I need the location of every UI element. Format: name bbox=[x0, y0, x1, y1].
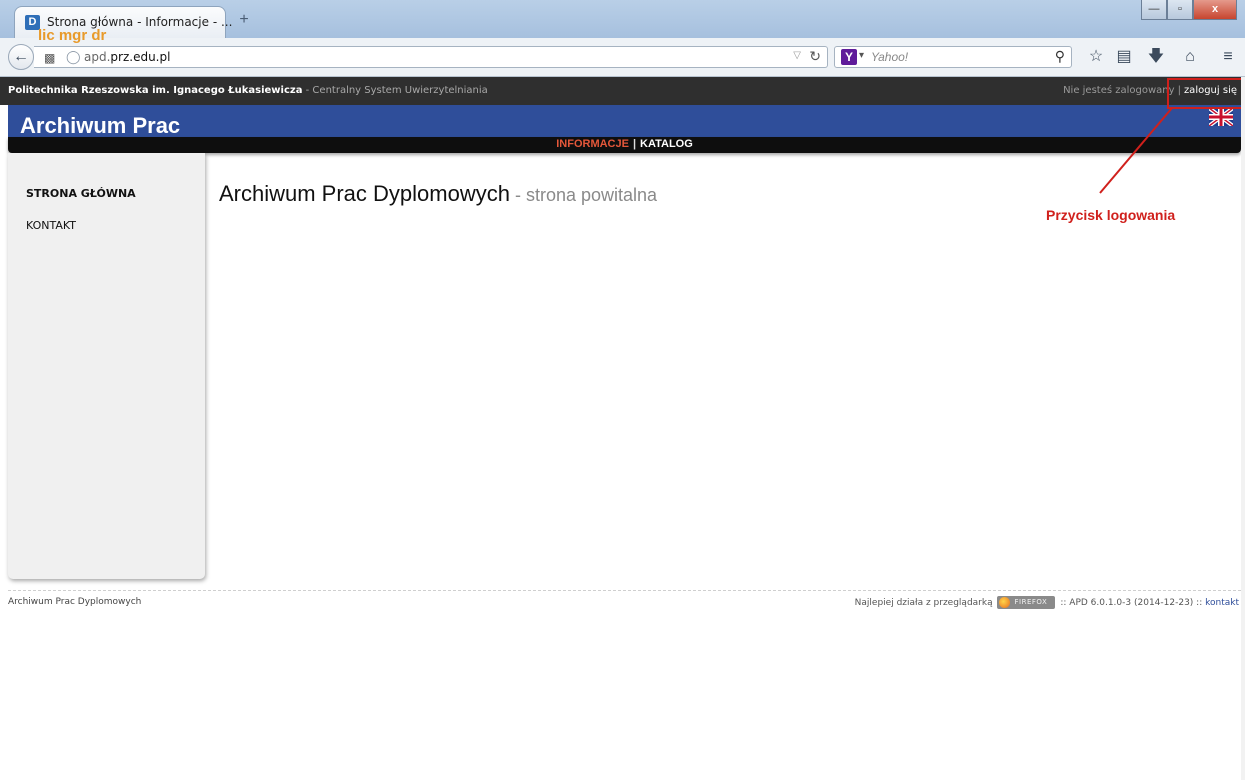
annotation-highlight-box bbox=[1167, 78, 1245, 109]
annotation-arrow-line bbox=[1099, 107, 1173, 194]
footer-right: Najlepiej działa z przeglądarką FIREFOX … bbox=[855, 596, 1239, 609]
firefox-badge[interactable]: FIREFOX bbox=[997, 596, 1056, 609]
app-subtitle: lic mgr dr bbox=[38, 27, 107, 44]
footer-version: :: APD 6.0.1.0-3 (2014-12-23) :: bbox=[1060, 598, 1203, 608]
firefox-badge-text: FIREFOX bbox=[1014, 598, 1048, 606]
scrollbar[interactable] bbox=[1241, 77, 1245, 780]
annotation-overlay bbox=[1099, 78, 1245, 194]
footer-contact-link[interactable]: kontakt bbox=[1205, 598, 1239, 608]
footer-browser-note: Najlepiej działa z przeglądarką bbox=[854, 598, 993, 608]
footer-left-text: Archiwum Prac Dyplomowych bbox=[8, 597, 142, 607]
firefox-logo-icon bbox=[999, 597, 1011, 608]
footer-divider bbox=[8, 590, 1241, 591]
annotation-label: Przycisk logowania bbox=[1046, 207, 1176, 223]
